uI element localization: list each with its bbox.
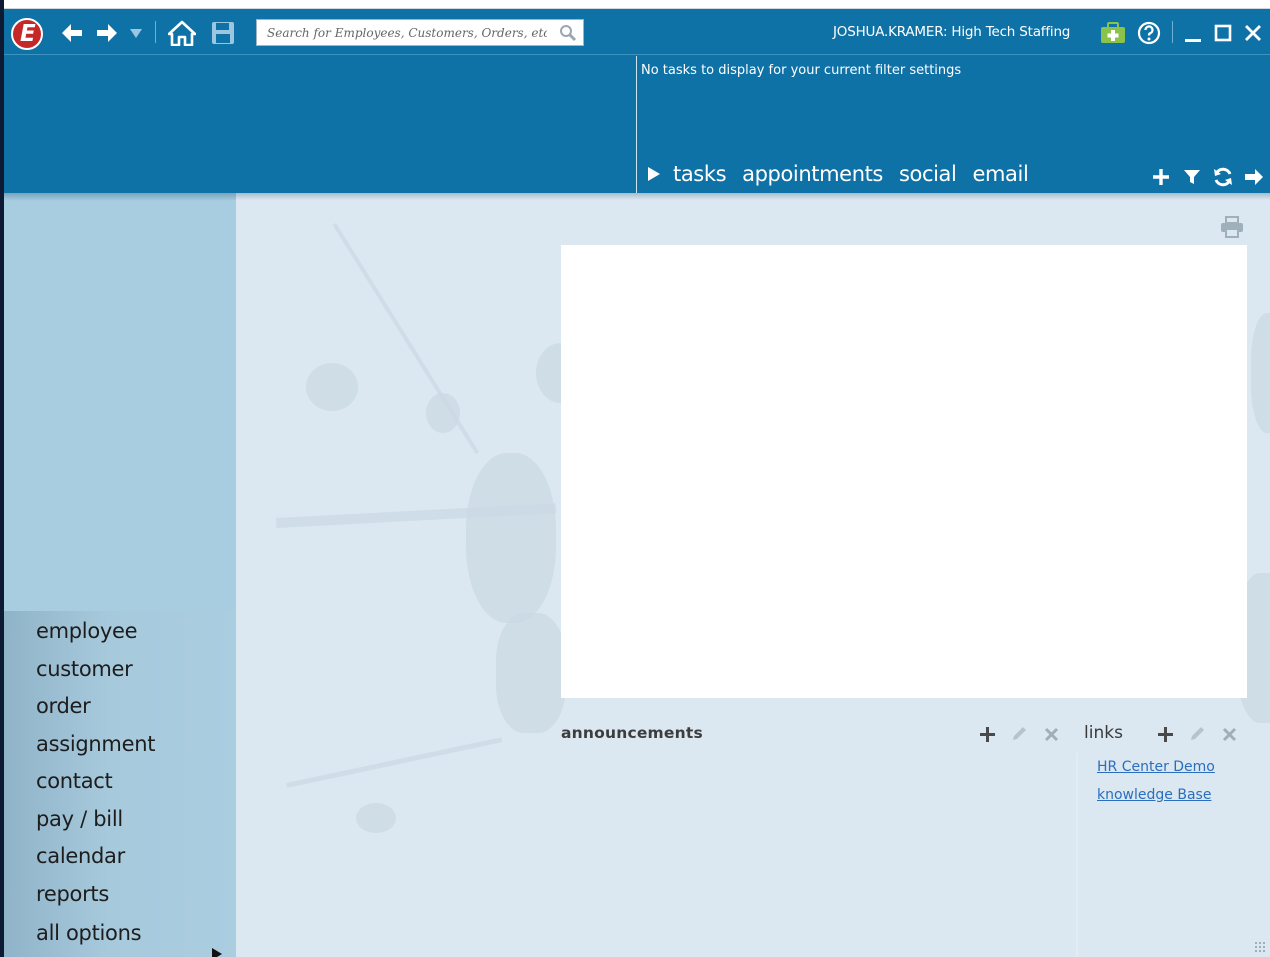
- links-actions: [1154, 723, 1240, 745]
- add-icon[interactable]: [976, 723, 998, 745]
- background-splatter: [306, 363, 358, 411]
- link-hr-center-demo[interactable]: HR Center Demo: [1097, 759, 1215, 775]
- search-icon[interactable]: [559, 24, 577, 47]
- resize-grip[interactable]: [1254, 941, 1266, 953]
- header-bar: E JOSHUA.KRAMER:: [4, 9, 1270, 193]
- edit-icon[interactable]: [1008, 723, 1030, 745]
- nav-item-calendar[interactable]: calendar: [36, 844, 125, 868]
- delete-icon[interactable]: [1040, 723, 1062, 745]
- background-streak: [286, 737, 503, 788]
- nav-item-reports[interactable]: reports: [36, 882, 109, 906]
- nav-item-order[interactable]: order: [36, 694, 91, 718]
- edit-icon[interactable]: [1186, 723, 1208, 745]
- activity-tabs: tasks appointments social email: [647, 162, 1044, 186]
- background-streak: [332, 223, 480, 455]
- print-icon[interactable]: [1220, 216, 1244, 243]
- app-logo[interactable]: E: [11, 18, 43, 50]
- link-knowledge-base[interactable]: knowledge Base: [1097, 787, 1211, 803]
- maximize-icon[interactable]: [1212, 21, 1234, 45]
- app-window: E JOSHUA.KRAMER:: [4, 0, 1270, 957]
- background-splatter: [1251, 313, 1270, 433]
- dashboard-panel: [561, 245, 1247, 698]
- toolbar-separator: [155, 21, 156, 43]
- sidebar: employee customer order assignment conta…: [4, 193, 236, 957]
- tab-social[interactable]: social: [899, 162, 957, 186]
- chevron-right-icon[interactable]: [211, 947, 223, 957]
- delete-icon[interactable]: [1218, 723, 1240, 745]
- sidebar-shadow: [4, 193, 236, 201]
- tab-tasks[interactable]: tasks: [673, 162, 727, 186]
- announcements-title: announcements: [561, 724, 703, 742]
- home-icon[interactable]: [167, 19, 197, 47]
- first-aid-kit-icon[interactable]: [1100, 21, 1126, 45]
- add-icon[interactable]: [1154, 723, 1176, 745]
- links-title: links: [1084, 723, 1123, 743]
- refresh-icon[interactable]: [1211, 165, 1234, 188]
- background-splatter: [356, 803, 396, 833]
- main-shadow: [236, 193, 1270, 200]
- nav-item-assignment[interactable]: assignment: [36, 732, 155, 756]
- nav-item-employee[interactable]: employee: [36, 619, 138, 643]
- dropdown-caret-icon[interactable]: [128, 24, 144, 42]
- add-icon[interactable]: [1149, 165, 1172, 188]
- minimize-icon[interactable]: [1182, 21, 1204, 45]
- help-icon[interactable]: [1136, 20, 1162, 46]
- play-icon[interactable]: [647, 162, 673, 186]
- background-splatter: [496, 613, 566, 733]
- window-top-strip: [4, 0, 1270, 9]
- arrow-right-icon[interactable]: [1242, 165, 1265, 188]
- toolbar-separator: [1172, 21, 1173, 43]
- tasks-empty-message: No tasks to display for your current fil…: [641, 63, 962, 78]
- main-content: announcements links HR Center Demo knowl…: [236, 193, 1270, 957]
- sidebar-nav: employee customer order assignment conta…: [4, 611, 236, 957]
- nav-item-customer[interactable]: customer: [36, 657, 133, 681]
- links-column-divider: [1076, 753, 1078, 957]
- tab-appointments[interactable]: appointments: [742, 162, 883, 186]
- forward-arrow-icon[interactable]: [94, 21, 120, 45]
- global-search: [256, 19, 584, 46]
- save-icon[interactable]: [210, 20, 236, 46]
- nav-item-contact[interactable]: contact: [36, 769, 113, 793]
- tasks-actions: [1149, 165, 1265, 188]
- toolbar: E JOSHUA.KRAMER:: [4, 9, 1270, 55]
- search-input[interactable]: [257, 20, 547, 45]
- nav-item-pay-bill[interactable]: pay / bill: [36, 807, 123, 831]
- user-company-label[interactable]: JOSHUA.KRAMER: High Tech Staffing: [833, 24, 1070, 40]
- close-icon[interactable]: [1242, 21, 1264, 45]
- announcements-actions: [976, 723, 1062, 745]
- background-splatter: [466, 453, 556, 623]
- filter-icon[interactable]: [1180, 165, 1203, 188]
- tab-email[interactable]: email: [972, 162, 1028, 186]
- tasks-panel-divider: [636, 56, 637, 193]
- back-arrow-icon[interactable]: [59, 21, 85, 45]
- logo-letter: E: [20, 21, 36, 47]
- nav-item-all-options[interactable]: all options: [36, 921, 142, 945]
